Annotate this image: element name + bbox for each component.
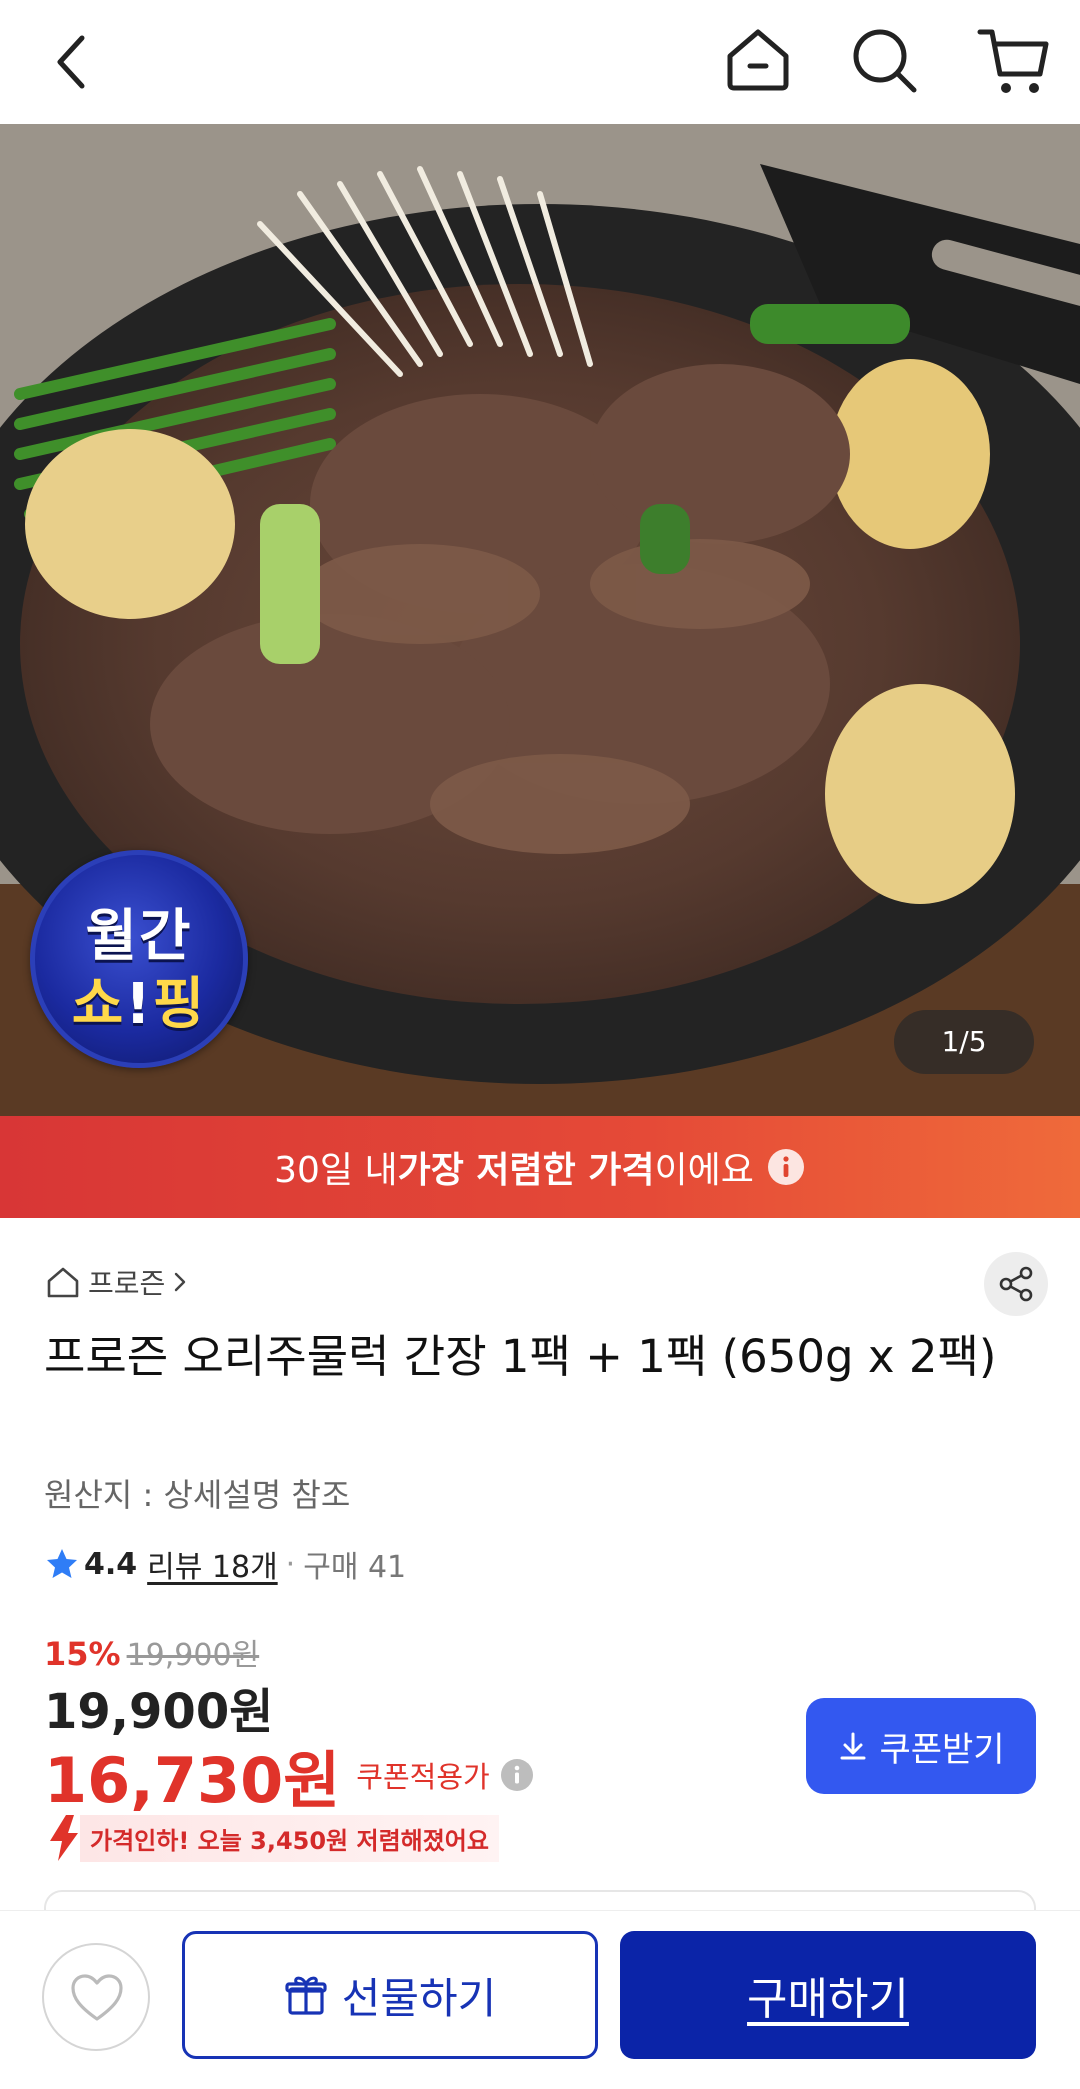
product-image-carousel[interactable]: 월간 쇼!핑 1/5 [0,124,1080,1116]
coupon-price: 16,730원 [44,1744,341,1817]
bottom-action-bar: 선물하기 구매하기 [0,1910,1080,2089]
product-title: 프로즌 오리주물럭 간장 1팩 + 1팩 (650g x 2팩) [44,1330,997,1383]
coupon-price-row: 16,730원 쿠폰적용가 [44,1730,534,1820]
discount-line: 15% 19,900원 [44,1630,259,1674]
rating-score: 4.4 [84,1546,138,1582]
rating-summary: 4.4 리뷰 18개 · 구매 41 [44,1542,407,1586]
get-coupon-button[interactable]: 쿠폰받기 [806,1698,1036,1794]
badge-text-a: 쇼 [71,972,126,1037]
gift-button[interactable]: 선물하기 [182,1931,598,2059]
monthly-shopping-badge: 월간 쇼!핑 [30,850,248,1068]
origin-info: 원산지 : 상세설명 참조 [44,1476,351,1514]
category-breadcrumb[interactable]: 프로즌 [44,1262,191,1302]
price-down-arrow-icon [50,1815,78,1861]
buy-button-label: 구매하기 [747,1974,909,2025]
badge-text-c: 핑 [152,972,207,1037]
chevron-left-icon[interactable] [40,26,112,98]
download-icon [840,1732,866,1760]
price-drop-note: 가격인하! 오늘 3,450원 저렴해졌어요 [44,1814,499,1862]
coupon-price-label: 쿠폰적용가 [356,1760,490,1794]
cart-icon[interactable] [974,20,1054,100]
share-icon [999,1266,1033,1302]
top-navigation-bar [0,0,1080,124]
gift-icon [285,1976,327,2015]
heart-icon [71,1974,123,2021]
wishlist-button[interactable] [42,1943,150,2051]
buy-button[interactable]: 구매하기 [620,1931,1036,2059]
banner-highlight: 가장 저렴한 가격 [397,1150,655,1191]
banner-suffix: 이에요 [654,1150,754,1191]
category-label: 프로즌 [88,1267,166,1300]
original-price: 19,900원 [126,1638,260,1673]
badge-text-b: ! [125,972,153,1037]
purchase-count: 구매 41 [303,1550,407,1585]
review-count-link[interactable]: 리뷰 18개 [147,1542,278,1586]
banner-prefix: 30일 내 [274,1150,398,1191]
share-button[interactable] [984,1252,1048,1316]
separator-dot: · [285,1546,296,1582]
home-outline-icon [47,1267,79,1298]
image-counter: 1/5 [894,1010,1034,1074]
gift-button-label: 선물하기 [341,1973,497,2023]
search-icon[interactable] [846,22,922,98]
chevron-right-icon [175,1272,186,1292]
price-drop-text: 가격인하! 오늘 3,450원 저렴해졌어요 [80,1814,499,1862]
star-icon [47,1549,77,1578]
discount-percent: 15% [44,1635,121,1673]
home-icon[interactable] [720,22,796,98]
badge-line2: 쇼!핑 [35,959,243,1040]
coupon-button-label: 쿠폰받기 [879,1729,1005,1770]
info-icon[interactable] [766,1147,806,1187]
info-icon[interactable] [500,1758,534,1792]
lowest-price-banner[interactable]: 30일 내 가장 저렴한 가격 이에요 [0,1116,1080,1218]
